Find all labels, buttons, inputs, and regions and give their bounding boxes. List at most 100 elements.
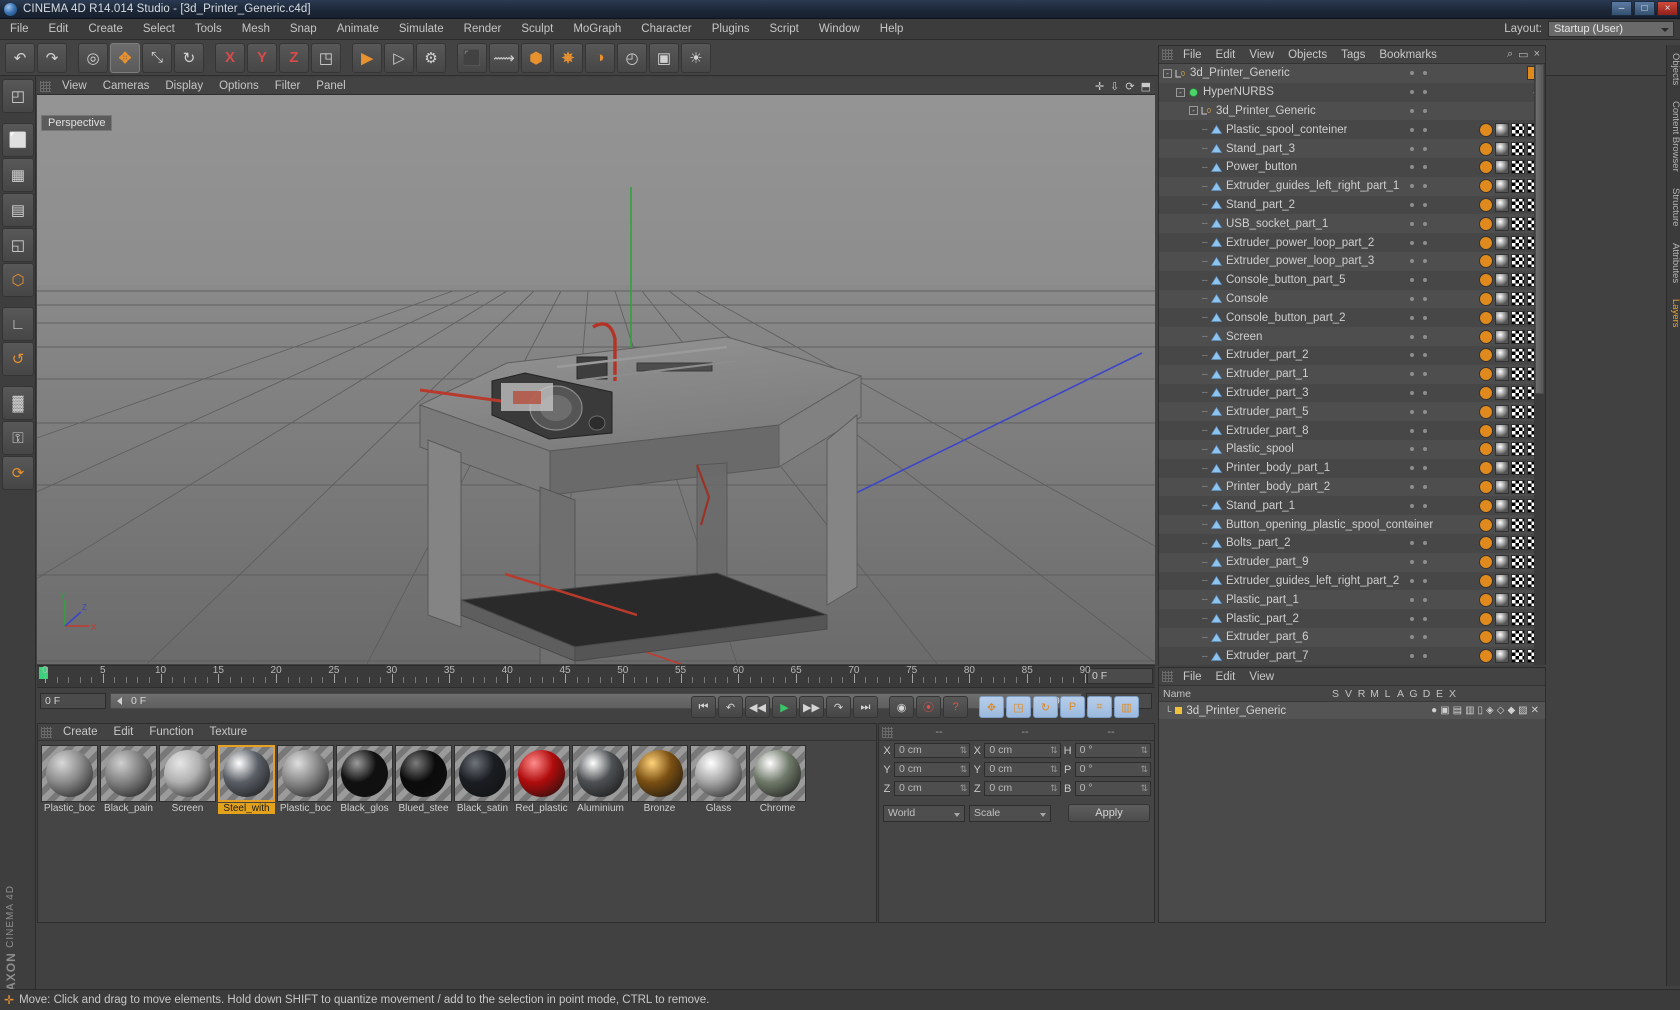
material-cell[interactable]: Glass	[690, 745, 747, 814]
search-icon[interactable]: ⌕	[1507, 48, 1513, 61]
object-tree-row[interactable]: – Plastic_part_2	[1159, 609, 1545, 628]
material-preview-tag[interactable]	[1495, 649, 1509, 664]
visibility-dot[interactable]	[1423, 578, 1427, 583]
texture-tag[interactable]	[1511, 555, 1525, 570]
model-mode-button[interactable]: ⬜	[2, 123, 34, 157]
texture-tag[interactable]	[1511, 310, 1525, 325]
visibility-dot[interactable]	[1423, 353, 1427, 358]
object-tree-row[interactable]: – Extruder_part_6	[1159, 627, 1545, 647]
material-tag[interactable]	[1479, 160, 1493, 175]
object-tags[interactable]	[1479, 592, 1541, 607]
object-visibility-dots[interactable]	[1410, 296, 1427, 301]
object-manager-menu-bookmarks[interactable]: Bookmarks	[1372, 46, 1444, 64]
material-cell[interactable]: Red_plastic	[513, 745, 570, 814]
visibility-dot[interactable]	[1423, 71, 1427, 76]
material-preview-thumbnail[interactable]	[218, 745, 275, 802]
object-tree-row[interactable]: – Printer_body_part_2	[1159, 477, 1545, 497]
material-tag[interactable]	[1479, 141, 1493, 156]
lock-icon[interactable]: ▯	[1478, 705, 1484, 716]
material-tag[interactable]	[1479, 385, 1493, 400]
object-tree-row[interactable]: – Console_button_part_2	[1159, 308, 1545, 328]
material-tag[interactable]	[1479, 442, 1493, 457]
material-tag[interactable]	[1479, 498, 1493, 513]
material-tag[interactable]	[1479, 423, 1493, 438]
texture-tag[interactable]	[1511, 423, 1525, 438]
material-preview-tag[interactable]	[1495, 329, 1509, 344]
object-tags[interactable]	[1479, 649, 1541, 664]
scale-key-button[interactable]: ◳	[1006, 696, 1031, 718]
visibility-dot[interactable]	[1410, 146, 1414, 151]
material-tag[interactable]	[1479, 254, 1493, 269]
object-visibility-dots[interactable]	[1410, 240, 1427, 245]
object-tags[interactable]	[1479, 141, 1541, 156]
visibility-dot[interactable]	[1423, 259, 1427, 264]
light-button[interactable]: ☀	[681, 42, 711, 73]
panel-grip-icon[interactable]	[40, 80, 51, 92]
object-tags[interactable]	[1479, 273, 1541, 288]
material-tag[interactable]	[1479, 461, 1493, 476]
menu-item-simulate[interactable]: Simulate	[389, 19, 454, 40]
texture-tag[interactable]	[1511, 367, 1525, 382]
object-tags[interactable]	[1479, 367, 1541, 382]
material-tag[interactable]	[1479, 555, 1493, 570]
object-tree-row[interactable]: – USB_socket_part_1	[1159, 214, 1545, 234]
object-visibility-dots[interactable]	[1410, 127, 1427, 132]
menu-item-mograph[interactable]: MoGraph	[563, 19, 631, 40]
window-controls[interactable]: – □ ×	[1611, 1, 1678, 16]
texture-tag[interactable]	[1511, 404, 1525, 419]
menu-item-tools[interactable]: Tools	[185, 19, 232, 40]
material-preview-tag[interactable]	[1495, 498, 1509, 513]
layer-menu-file[interactable]: File	[1176, 668, 1209, 686]
material-preview-thumbnail[interactable]	[100, 745, 157, 802]
edge-mode-button[interactable]: ◱	[2, 228, 34, 262]
maximize-button[interactable]: □	[1634, 1, 1655, 16]
object-tree-row[interactable]: – Extruder_power_loop_part_2	[1159, 233, 1545, 252]
visibility-dot[interactable]	[1423, 146, 1427, 151]
generators-icon[interactable]: ◇	[1497, 705, 1505, 716]
coordinate-value-field[interactable]: 0 cm	[894, 781, 971, 796]
material-cell[interactable]: Chrome	[749, 745, 806, 814]
material-preview-tag[interactable]	[1495, 122, 1509, 137]
object-visibility-dots[interactable]	[1410, 597, 1427, 602]
texture-tag[interactable]	[1511, 160, 1525, 175]
texture-tag[interactable]	[1511, 517, 1525, 532]
visibility-dot[interactable]	[1423, 221, 1427, 226]
object-tree-row[interactable]: – Printer_body_part_1	[1159, 458, 1545, 478]
scrollbar-thumb[interactable]	[1535, 64, 1544, 394]
visibility-dot[interactable]	[1423, 654, 1427, 659]
tree-expander-icon[interactable]: -	[1163, 68, 1172, 78]
material-preview-thumbnail[interactable]	[395, 745, 452, 802]
visibility-dot[interactable]	[1423, 240, 1427, 245]
visibility-dot[interactable]	[1410, 654, 1414, 659]
point-level-animation-button[interactable]: ▥	[1114, 696, 1139, 718]
object-tags[interactable]	[1479, 555, 1541, 570]
object-tags[interactable]	[1479, 310, 1541, 325]
material-tag[interactable]	[1479, 310, 1493, 325]
material-preview-thumbnail[interactable]	[690, 745, 747, 802]
visibility-dot[interactable]	[1410, 541, 1414, 546]
material-preview-thumbnail[interactable]	[41, 745, 98, 802]
timeline-start-frame-field[interactable]: 0 F	[40, 692, 106, 709]
object-tree-row[interactable]: – Plastic_spool_conteiner	[1159, 120, 1545, 140]
visibility-dot[interactable]	[1410, 635, 1414, 640]
close-button[interactable]: ×	[1657, 1, 1678, 16]
object-manager-menu-view[interactable]: View	[1242, 46, 1281, 64]
object-tags[interactable]	[1479, 498, 1541, 513]
object-tags[interactable]	[1479, 179, 1541, 194]
manager-icon[interactable]: ▥	[1465, 705, 1474, 716]
object-tree-row[interactable]: – Extruder_part_9	[1159, 552, 1545, 572]
material-cell[interactable]: Black_satin	[454, 745, 511, 814]
goto-end-button[interactable]: ⏭	[853, 696, 878, 718]
material-tag[interactable]	[1479, 573, 1493, 588]
visibility-dot[interactable]	[1423, 597, 1427, 602]
scale-tool-button[interactable]: ⤡	[142, 42, 172, 73]
object-manager-scrollbar[interactable]	[1534, 64, 1545, 665]
texture-tag[interactable]	[1511, 536, 1525, 551]
visibility-dot[interactable]	[1410, 353, 1414, 358]
object-tags[interactable]	[1479, 122, 1541, 137]
material-tag[interactable]	[1479, 273, 1493, 288]
texture-tag[interactable]	[1511, 235, 1525, 250]
object-visibility-dots[interactable]	[1410, 484, 1427, 489]
coordinate-system-dropdown[interactable]: World	[883, 804, 965, 822]
visibility-dot[interactable]	[1410, 409, 1414, 414]
